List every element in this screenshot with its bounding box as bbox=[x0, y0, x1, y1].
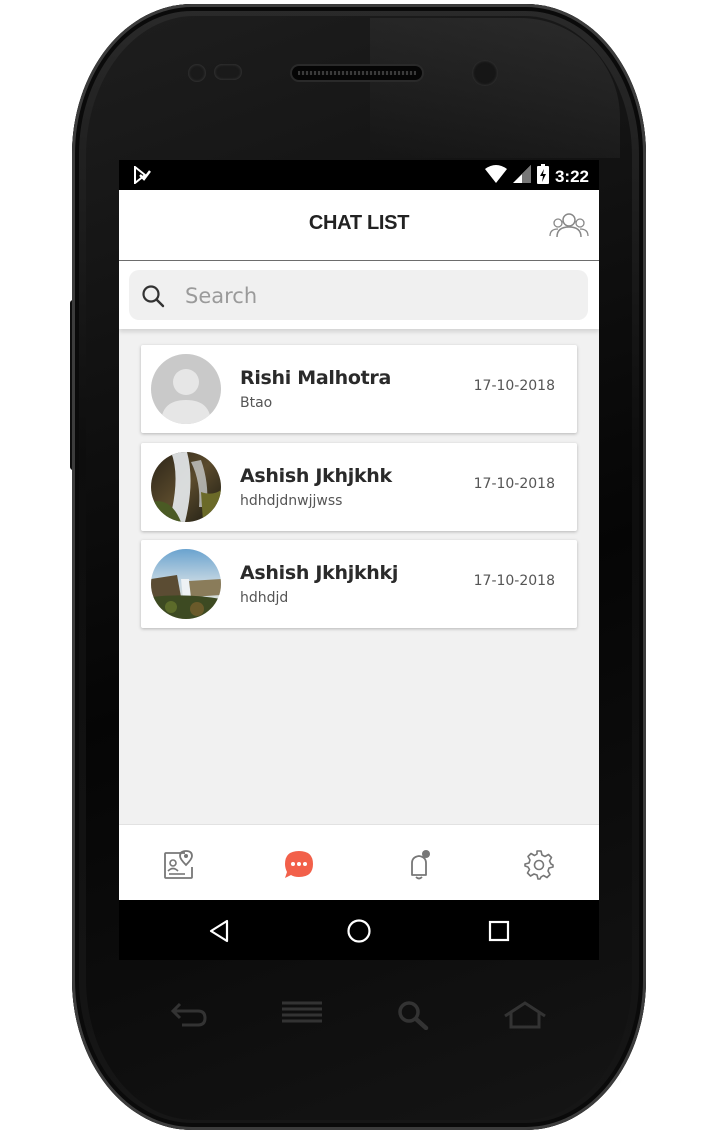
search-box bbox=[129, 270, 588, 320]
avatar bbox=[151, 451, 221, 522]
battery-icon bbox=[536, 164, 549, 189]
status-time: 3:22 bbox=[554, 166, 589, 186]
front-camera-icon bbox=[472, 60, 498, 86]
sensor-icon bbox=[188, 64, 206, 82]
chat-item[interactable]: Ashish Jkhjkhkj hdhdjd 17-10-2018 bbox=[141, 540, 577, 628]
chat-name: Ashish Jkhjkhk bbox=[240, 464, 392, 487]
system-nav-bar bbox=[119, 900, 599, 960]
chat-date: 17-10-2018 bbox=[473, 573, 555, 589]
hardware-back-icon bbox=[170, 1000, 208, 1033]
avatar bbox=[151, 549, 221, 619]
chat-bubble-icon[interactable] bbox=[279, 845, 319, 885]
home-icon[interactable] bbox=[344, 916, 374, 946]
chat-date: 17-10-2018 bbox=[473, 475, 555, 492]
search-icon bbox=[141, 284, 165, 313]
group-users-icon[interactable] bbox=[549, 210, 589, 245]
avatar bbox=[151, 354, 221, 424]
phone-sheen bbox=[370, 18, 620, 158]
search-bar bbox=[119, 261, 599, 329]
chat-last-message: Btao bbox=[240, 395, 273, 411]
back-icon[interactable] bbox=[204, 916, 234, 946]
notification-icon bbox=[133, 164, 151, 189]
chat-date: 17-10-2018 bbox=[473, 378, 555, 394]
bell-icon[interactable] bbox=[399, 845, 439, 885]
bottom-nav bbox=[119, 824, 599, 901]
gear-icon[interactable] bbox=[519, 845, 559, 885]
wifi-icon bbox=[484, 165, 507, 188]
page-title: CHAT LIST bbox=[308, 212, 410, 234]
app-bar: CHAT LIST bbox=[119, 190, 599, 261]
chat-list: Rishi Malhotra Btao 17-10-2018 Ashish Jk… bbox=[141, 345, 577, 638]
chat-last-message: hdhdjd bbox=[240, 590, 289, 606]
recent-apps-icon[interactable] bbox=[484, 916, 514, 946]
hardware-menu-icon bbox=[282, 1000, 322, 1031]
chat-last-message: hdhdjdnwjjwss bbox=[240, 492, 343, 509]
chat-item[interactable]: Rishi Malhotra Btao 17-10-2018 bbox=[141, 345, 577, 433]
chat-name: Rishi Malhotra bbox=[240, 367, 392, 389]
chat-item[interactable]: Ashish Jkhjkhk hdhdjdnwjjwss 17-10-2018 bbox=[141, 442, 577, 531]
app-screen: 3:22 CHAT LIST Search Rishi Malhotra Bta… bbox=[119, 160, 599, 960]
earpiece-speaker bbox=[292, 66, 422, 80]
status-bar: 3:22 bbox=[119, 160, 599, 190]
signal-icon bbox=[512, 165, 531, 188]
chat-name: Ashish Jkhjkhkj bbox=[240, 562, 399, 584]
map-pin-card-icon[interactable] bbox=[159, 845, 199, 885]
search-input[interactable] bbox=[183, 278, 567, 314]
hardware-search-icon bbox=[397, 1000, 429, 1035]
sensor-icon bbox=[214, 64, 242, 80]
hardware-home-icon bbox=[503, 1000, 547, 1035]
